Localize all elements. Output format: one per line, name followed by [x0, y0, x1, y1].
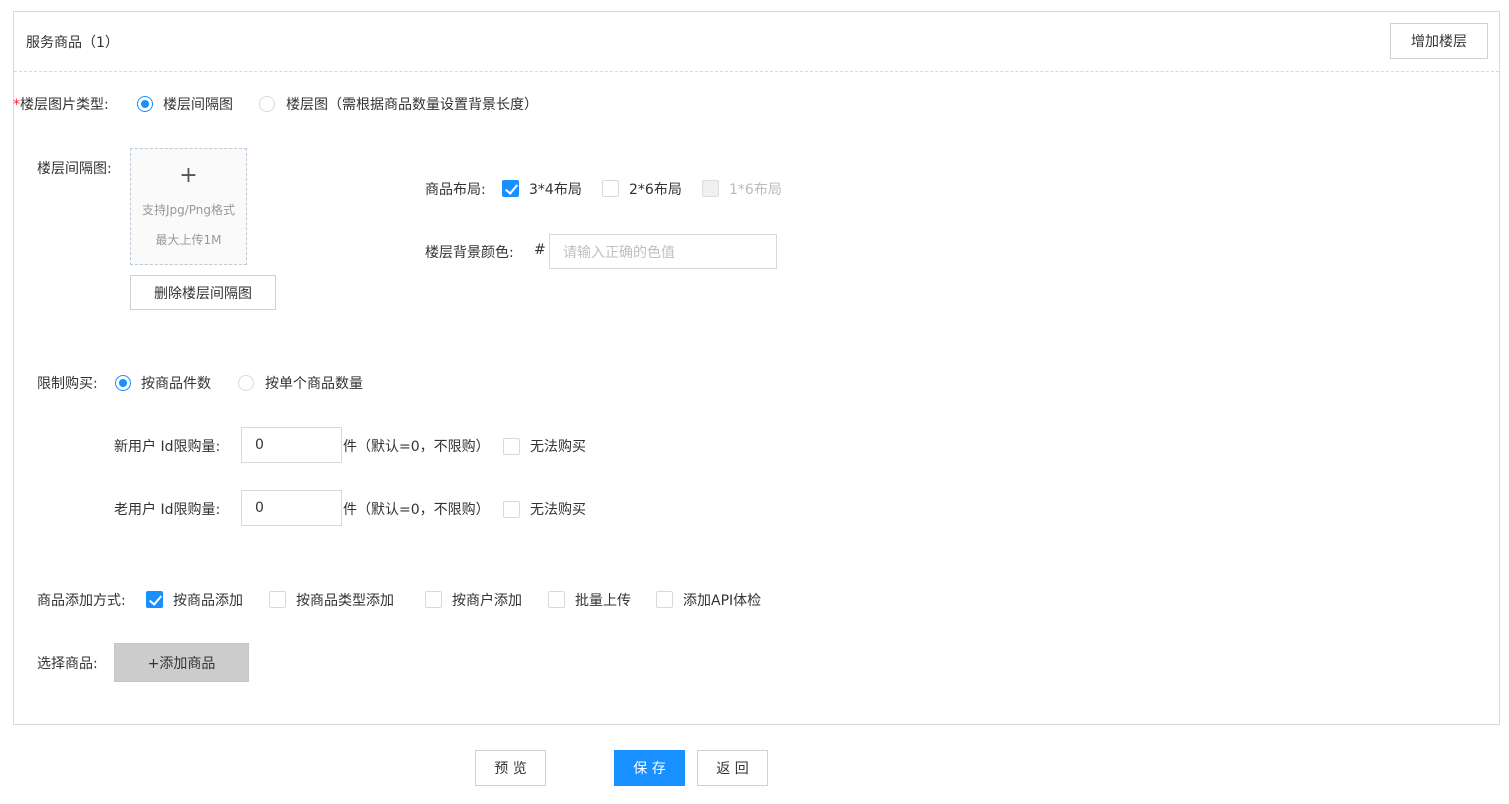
required-mark: *: [13, 97, 20, 113]
floor-interval-image-label: 楼层间隔图:: [37, 161, 112, 177]
floor-image-type-label-text: 楼层图片类型:: [20, 97, 109, 113]
old-user-limit-input[interactable]: 0: [241, 490, 342, 526]
checkbox-label-layout-1x6: 1*6布局: [729, 182, 782, 198]
add-goods-button[interactable]: +添加商品: [114, 643, 249, 682]
plus-icon: +: [179, 163, 198, 188]
old-user-limit-label: 老用户 Id限购量:: [114, 502, 221, 518]
panel-header: 服务商品（1） 增加楼层: [14, 12, 1499, 72]
purchase-limit-label: 限制购买:: [37, 376, 98, 392]
select-goods-label: 选择商品:: [37, 656, 98, 672]
radio-floor-interval-image[interactable]: [137, 96, 153, 112]
checkbox-add-by-merchant[interactable]: [425, 591, 442, 608]
checkbox-layout-2x6[interactable]: [602, 180, 619, 197]
checkbox-label-add-by-goods-type[interactable]: 按商品类型添加: [296, 590, 394, 610]
new-user-limit-label: 新用户 Id限购量:: [114, 439, 221, 455]
radio-floor-image[interactable]: [259, 96, 275, 112]
checkbox-batch-upload[interactable]: [548, 591, 565, 608]
back-button[interactable]: 返 回: [697, 750, 768, 786]
image-upload-box[interactable]: + 支持Jpg/Png格式 最大上传1M: [130, 148, 247, 265]
radio-label-floor-image[interactable]: 楼层图（需根据商品数量设置背景长度）: [286, 94, 538, 114]
checkbox-label-add-by-goods[interactable]: 按商品添加: [173, 590, 243, 610]
panel-title: 服务商品（1）: [26, 35, 119, 51]
bg-color-input[interactable]: 请输入正确的色值: [549, 234, 777, 269]
preview-button[interactable]: 预 览: [475, 750, 546, 786]
add-floor-button[interactable]: 增加楼层: [1390, 23, 1488, 59]
new-user-limit-input[interactable]: 0: [241, 427, 342, 463]
checkbox-old-user-cannot-buy[interactable]: [503, 501, 520, 518]
radio-label-by-single-item-quantity[interactable]: 按单个商品数量: [265, 373, 363, 393]
checkbox-label-new-user-cannot-buy[interactable]: 无法购买: [530, 436, 586, 456]
radio-by-item-count[interactable]: [115, 375, 131, 391]
checkbox-add-api-checkup[interactable]: [656, 591, 673, 608]
floor-image-type-label: *楼层图片类型:: [13, 94, 109, 114]
checkbox-label-add-api-checkup[interactable]: 添加API体检: [683, 590, 761, 610]
new-user-limit-suffix: 件（默认=0，不限购）: [343, 439, 490, 455]
floor-panel: 服务商品（1） 增加楼层: [13, 11, 1500, 725]
save-button[interactable]: 保 存: [614, 750, 685, 786]
old-user-limit-suffix: 件（默认=0，不限购）: [343, 502, 490, 518]
upload-size-hint: 最大上传1M: [155, 233, 222, 247]
checkbox-add-by-goods-type[interactable]: [269, 591, 286, 608]
checkbox-layout-3x4[interactable]: [502, 180, 519, 197]
checkbox-add-by-goods[interactable]: [146, 591, 163, 608]
checkbox-new-user-cannot-buy[interactable]: [503, 438, 520, 455]
checkbox-layout-1x6: [702, 180, 719, 197]
delete-floor-interval-image-button[interactable]: 删除楼层间隔图: [130, 275, 276, 310]
upload-format-hint: 支持Jpg/Png格式: [141, 203, 236, 217]
bg-color-label: 楼层背景颜色:: [425, 245, 514, 261]
checkbox-label-layout-3x4[interactable]: 3*4布局: [529, 179, 582, 199]
checkbox-label-old-user-cannot-buy[interactable]: 无法购买: [530, 499, 586, 519]
radio-by-single-item-quantity[interactable]: [238, 375, 254, 391]
radio-label-by-item-count[interactable]: 按商品件数: [141, 373, 211, 393]
layout-label: 商品布局:: [425, 182, 486, 198]
checkbox-label-add-by-merchant[interactable]: 按商户添加: [452, 590, 522, 610]
checkbox-label-layout-2x6[interactable]: 2*6布局: [629, 179, 682, 199]
radio-label-floor-interval-image[interactable]: 楼层间隔图: [163, 94, 233, 114]
hash-prefix: #: [534, 242, 546, 258]
add-method-label: 商品添加方式:: [37, 593, 126, 609]
checkbox-label-batch-upload[interactable]: 批量上传: [575, 590, 631, 610]
